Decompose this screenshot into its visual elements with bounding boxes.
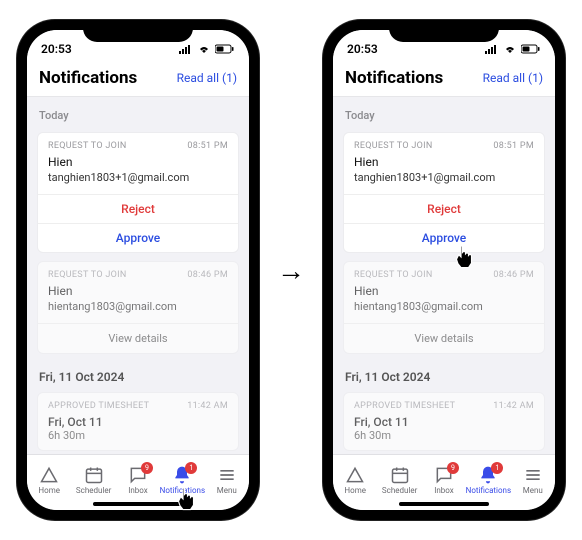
tab-notifications[interactable]: 1 Notifications (467, 465, 509, 495)
timesheet-date: Fri, Oct 11 (344, 413, 544, 429)
tab-label: Menu (523, 486, 543, 495)
tab-label: Inbox (434, 486, 454, 495)
requester-name: Hien (354, 155, 534, 169)
tab-label: Scheduler (382, 486, 417, 495)
home-icon (39, 465, 59, 485)
read-all-link[interactable]: Read all (1) (483, 71, 543, 85)
signal-icon (179, 44, 193, 54)
card-time: 08:51 PM (187, 141, 228, 151)
status-icons (485, 44, 541, 54)
requester-name: Hien (48, 155, 228, 169)
notification-card[interactable]: REQUEST TO JOIN 08:51 PM Hien tanghien18… (37, 132, 239, 253)
card-time: 08:46 PM (493, 270, 534, 280)
notification-card-timesheet[interactable]: APPROVED TIMESHEET 11:42 AM Fri, Oct 11 … (37, 392, 239, 451)
tab-label: Menu (217, 486, 237, 495)
requester-email: hientang1803@gmail.com (48, 300, 228, 313)
tab-scheduler[interactable]: Scheduler (73, 465, 115, 495)
page-title: Notifications (39, 68, 137, 88)
card-type: REQUEST TO JOIN (48, 270, 127, 280)
menu-icon (217, 465, 237, 485)
tab-bar: Home Scheduler 9 Inbox 1 Notifications M… (333, 454, 555, 510)
tab-label: Home (344, 486, 366, 495)
tab-inbox[interactable]: 9 Inbox (117, 465, 159, 495)
card-type: REQUEST TO JOIN (48, 141, 127, 151)
notch (389, 20, 499, 42)
notification-card-read[interactable]: REQUEST TO JOIN 08:46 PM Hien hientang18… (37, 261, 239, 354)
timesheet-date: Fri, Oct 11 (38, 413, 238, 429)
card-time: 08:51 PM (493, 141, 534, 151)
section-date: Fri, 11 Oct 2024 (333, 362, 555, 388)
tab-label: Scheduler (76, 486, 111, 495)
tab-menu[interactable]: Menu (512, 465, 554, 495)
requester-email: tanghien1803+1@gmail.com (354, 171, 534, 184)
approve-button[interactable]: Approve (344, 224, 544, 252)
requester-email: hientang1803@gmail.com (354, 300, 534, 313)
requester-name: Hien (354, 284, 534, 298)
signal-icon (485, 44, 499, 54)
tab-label: Notifications (160, 486, 205, 495)
card-time: 11:42 AM (493, 401, 534, 411)
page-title: Notifications (345, 68, 443, 88)
approve-button[interactable]: Approve (38, 224, 238, 252)
tab-home[interactable]: Home (28, 465, 70, 495)
card-type: REQUEST TO JOIN (354, 270, 433, 280)
tab-home[interactable]: Home (334, 465, 376, 495)
tab-menu[interactable]: Menu (206, 465, 248, 495)
status-icons (179, 44, 235, 54)
calendar-icon (84, 465, 104, 485)
tab-label: Home (38, 486, 60, 495)
requester-email: tanghien1803+1@gmail.com (48, 171, 228, 184)
card-type: APPROVED TIMESHEET (48, 401, 149, 411)
notification-card-timesheet[interactable]: APPROVED TIMESHEET 11:42 AM Fri, Oct 11 … (343, 392, 545, 451)
tab-bar: Home Scheduler 9 Inbox 1 Notifications M… (27, 454, 249, 510)
notifications-badge: 1 (185, 462, 197, 474)
card-time: 08:46 PM (187, 270, 228, 280)
card-type: APPROVED TIMESHEET (354, 401, 455, 411)
card-type: REQUEST TO JOIN (354, 141, 433, 151)
battery-icon (215, 44, 235, 54)
wifi-icon (197, 44, 211, 54)
notifications-list: Today REQUEST TO JOIN 08:51 PM Hien tang… (27, 97, 249, 454)
read-all-link[interactable]: Read all (1) (177, 71, 237, 85)
notification-card[interactable]: REQUEST TO JOIN 08:51 PM Hien tanghien18… (343, 132, 545, 253)
menu-icon (523, 465, 543, 485)
calendar-icon (390, 465, 410, 485)
tab-scheduler[interactable]: Scheduler (379, 465, 421, 495)
reject-button[interactable]: Reject (38, 195, 238, 224)
home-indicator (399, 502, 489, 506)
battery-icon (521, 44, 541, 54)
tab-inbox[interactable]: 9 Inbox (423, 465, 465, 495)
notification-card-read[interactable]: REQUEST TO JOIN 08:46 PM Hien hientang18… (343, 261, 545, 354)
status-time: 20:53 (41, 42, 72, 56)
inbox-badge: 9 (141, 462, 153, 474)
section-today: Today (27, 97, 249, 128)
page-header: Notifications Read all (1) (333, 62, 555, 97)
tab-label: Inbox (128, 486, 148, 495)
page-header: Notifications Read all (1) (27, 62, 249, 97)
notifications-badge: 1 (491, 462, 503, 474)
home-icon (345, 465, 365, 485)
inbox-badge: 9 (447, 462, 459, 474)
tab-label: Notifications (466, 486, 511, 495)
home-indicator (93, 502, 183, 506)
phone-frame-left: 20:53 Notifications Read all (1) Today R… (17, 20, 259, 520)
arrow-icon: → (277, 254, 305, 287)
notifications-list: Today REQUEST TO JOIN 08:51 PM Hien tang… (333, 97, 555, 454)
view-details-button[interactable]: View details (38, 323, 238, 353)
reject-button[interactable]: Reject (344, 195, 544, 224)
tab-notifications[interactable]: 1 Notifications (161, 465, 203, 495)
timesheet-duration: 6h 30m (344, 429, 544, 450)
wifi-icon (503, 44, 517, 54)
section-today: Today (333, 97, 555, 128)
section-date: Fri, 11 Oct 2024 (27, 362, 249, 388)
phone-frame-right: 20:53 Notifications Read all (1) Today R… (323, 20, 565, 520)
requester-name: Hien (48, 284, 228, 298)
timesheet-duration: 6h 30m (38, 429, 238, 450)
card-time: 11:42 AM (187, 401, 228, 411)
view-details-button[interactable]: View details (344, 323, 544, 353)
notch (83, 20, 193, 42)
status-time: 20:53 (347, 42, 378, 56)
